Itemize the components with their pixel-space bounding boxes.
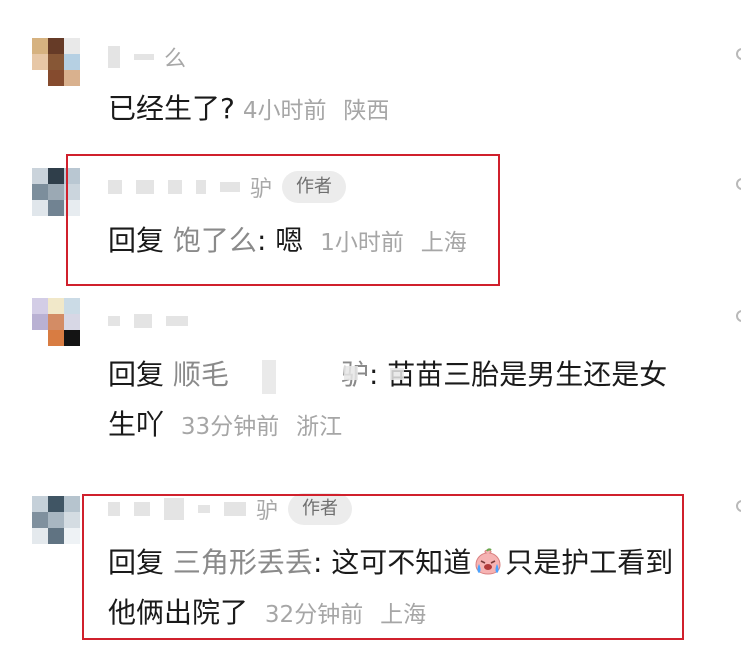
comment-location: 上海 <box>380 602 427 628</box>
username-row[interactable]: 驴 作者 <box>108 492 353 526</box>
avatar[interactable] <box>32 168 82 218</box>
comment-text: 已经生了? <box>108 92 235 125</box>
comment-time: 4小时前 <box>242 98 327 124</box>
colon: : <box>256 224 276 257</box>
blurred-region <box>262 360 276 394</box>
username-tail: 驴 <box>250 177 273 202</box>
crying-face-emoji-icon <box>475 548 501 575</box>
reply-label: 回复 <box>108 358 165 391</box>
more-indicator-icon <box>736 178 741 190</box>
author-badge: 作者 <box>288 493 353 525</box>
avatar[interactable] <box>32 38 82 88</box>
blurred-username <box>108 498 246 520</box>
comment-text: 嗯 <box>275 224 304 257</box>
reply-target-username[interactable]: 饱了么 <box>173 224 257 257</box>
comment-location: 上海 <box>420 230 467 256</box>
reply-target-username[interactable]: 三角形丢丢 <box>173 546 313 579</box>
comment-text-block: 已经生了? 4小时前 陕西 <box>108 84 681 136</box>
comment-time: 32分钟前 <box>264 602 364 628</box>
blurred-region <box>344 366 358 380</box>
username-row[interactable]: 驴 作者 <box>108 170 347 204</box>
comment-location: 浙江 <box>296 414 343 440</box>
more-indicator-icon <box>736 48 741 60</box>
colon: : <box>312 546 332 579</box>
comment-text-block: 回复 饱了么: 嗯 1小时前 上海 <box>108 216 681 268</box>
colon: : <box>368 358 388 391</box>
more-indicator-icon <box>736 310 741 322</box>
comment-text-block: 回复 三角形丢丢: 这可不知道 只是护工看到他俩出院了 32分钟前 上海 <box>108 538 681 640</box>
comment-text-block: 回复 顺毛 驴: 苗苗三胎是男生还是女生吖 33分钟前 浙江 <box>108 350 681 452</box>
blurred-username <box>108 180 240 194</box>
comment-location: 陕西 <box>343 98 390 124</box>
blurred-username <box>108 46 154 68</box>
reply-label: 回复 <box>108 546 165 579</box>
reply-target-username[interactable]: 顺毛 <box>173 358 229 391</box>
comment-time: 33分钟前 <box>180 414 280 440</box>
more-indicator-icon <box>736 500 741 512</box>
username-tail: 驴 <box>256 499 279 524</box>
avatar[interactable] <box>32 496 82 546</box>
reply-label: 回复 <box>108 224 165 257</box>
username-row[interactable]: 么 <box>108 40 186 74</box>
author-badge: 作者 <box>282 171 347 203</box>
blurred-username <box>108 314 188 328</box>
blurred-region <box>390 368 404 380</box>
username-tail: 么 <box>164 47 187 72</box>
avatar[interactable] <box>32 298 82 348</box>
comment-text: 这可不知道 <box>331 546 472 579</box>
comment-time: 1小时前 <box>320 230 404 256</box>
username-row[interactable] <box>108 304 188 338</box>
reply-target-blurred <box>229 358 341 391</box>
